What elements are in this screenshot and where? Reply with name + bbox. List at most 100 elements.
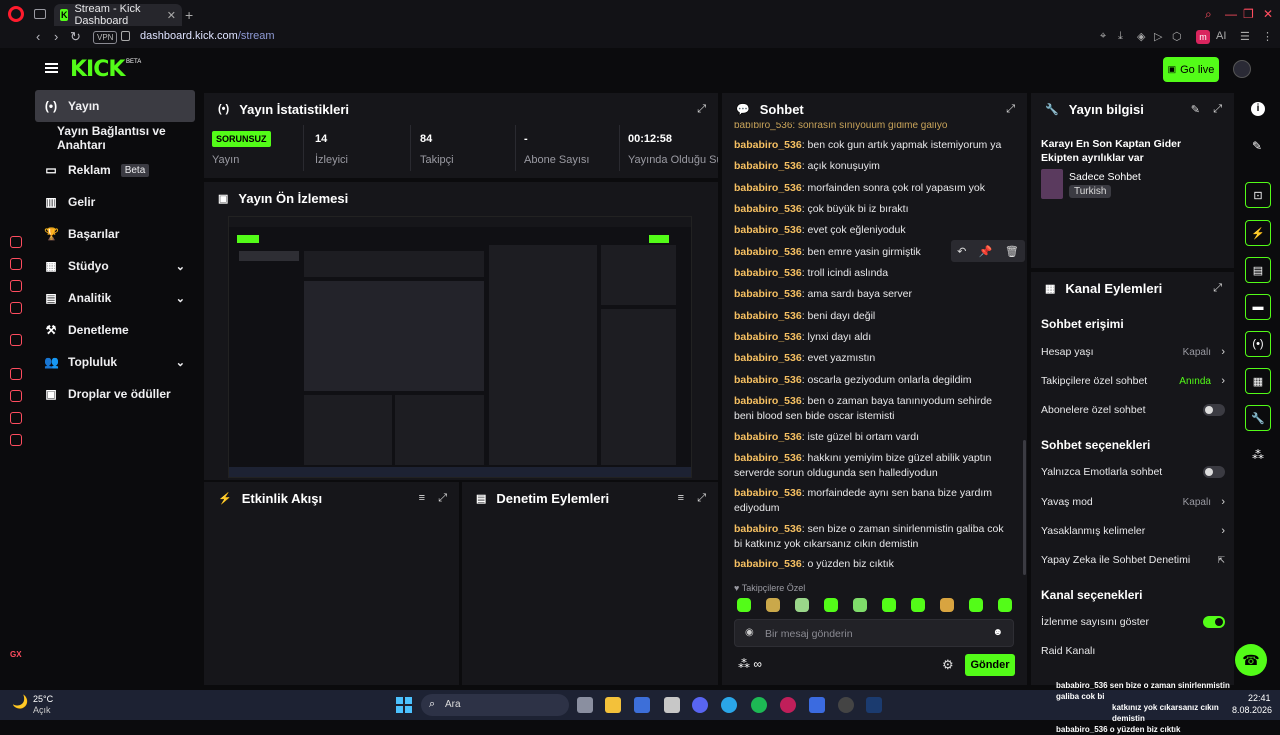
chat-username[interactable]: bababiro_536 xyxy=(734,203,802,215)
rail-channel-button[interactable]: ▦ xyxy=(1245,368,1271,394)
reload-icon[interactable]: ↻ xyxy=(70,29,81,45)
easy-setup-icon[interactable]: ☰ xyxy=(1240,30,1250,43)
emote-only-toggle[interactable] xyxy=(1203,466,1225,478)
emoji-icon[interactable]: ☻ xyxy=(992,627,1003,638)
popout-icon[interactable]: ⤢ xyxy=(697,492,706,505)
go-live-button[interactable]: ▣ Go live xyxy=(1163,57,1219,82)
reply-icon[interactable]: ↶ xyxy=(957,245,966,258)
chat-username[interactable]: bababiro_536 xyxy=(734,523,802,535)
maximize-icon[interactable]: ❐ xyxy=(1243,7,1254,21)
popout-icon[interactable]: ⤢ xyxy=(438,492,447,505)
close-window-icon[interactable]: ✕ xyxy=(1263,7,1273,21)
taskbar-search[interactable]: ⌕ Ara xyxy=(421,694,569,716)
edit-pencil-icon[interactable]: ✎ xyxy=(1191,103,1200,116)
chat-message[interactable]: bababiro_536: ama sardı baya server xyxy=(734,287,1014,302)
slow-mode-row[interactable]: Yavaş mod Kapalı › xyxy=(1041,492,1225,512)
game-icon[interactable] xyxy=(664,697,680,713)
popout-icon[interactable]: ⤢ xyxy=(1213,103,1222,116)
chat-message[interactable]: bababiro_536: ben emre yasin girmiştik xyxy=(734,245,949,260)
category-thumbnail[interactable] xyxy=(1041,169,1063,199)
chat-username[interactable]: bababiro_536 xyxy=(734,288,802,300)
rail-chat-button[interactable]: ▬ xyxy=(1245,294,1271,320)
info-icon[interactable]: i xyxy=(1251,102,1265,116)
send-button[interactable]: Gönder xyxy=(965,654,1015,676)
chat-username[interactable]: bababiro_536 xyxy=(734,139,802,151)
chat-username[interactable]: bababiro_536 xyxy=(734,331,802,343)
file-explorer-icon[interactable] xyxy=(605,697,621,713)
chat-username[interactable]: bababiro_536 xyxy=(734,374,802,386)
emote-icon[interactable] xyxy=(969,598,983,612)
nav-item-basarilar[interactable]: 🏆 Başarılar xyxy=(35,218,195,250)
pin-icon[interactable]: 📌 xyxy=(979,245,993,258)
sidebar-pin-icon[interactable] xyxy=(10,412,22,424)
chat-message[interactable]: bababiro_536: troll icindi aslında xyxy=(734,266,1014,281)
popout-icon[interactable]: ⤢ xyxy=(1213,282,1222,295)
discord-icon[interactable] xyxy=(692,697,708,713)
address-bar[interactable]: dashboard.kick.com/stream xyxy=(140,30,275,42)
lock-icon[interactable] xyxy=(121,31,130,41)
chat-message[interactable]: bababiro_536: sen bize o zaman sinirlenm… xyxy=(734,522,1014,552)
chat-settings-gear-icon[interactable]: ⚙ xyxy=(942,657,954,673)
popout-icon[interactable]: ⤢ xyxy=(1006,103,1015,116)
opera-gx-taskbar-icon[interactable] xyxy=(780,697,796,713)
vpn-badge[interactable]: VPN xyxy=(93,31,118,44)
nav-item-topluluk[interactable]: 👥 Topluluk ⌄ xyxy=(35,346,195,378)
tabs-menu-icon[interactable] xyxy=(34,9,46,19)
chat-message[interactable]: bababiro_536: morfaindede aynı sen bana … xyxy=(734,486,1014,516)
subs-chat-toggle[interactable] xyxy=(1203,404,1225,416)
chat-message[interactable]: bababiro_536: lynxi dayı aldı xyxy=(734,330,1014,345)
spotify-icon[interactable] xyxy=(751,697,767,713)
emote-icon[interactable] xyxy=(853,598,867,612)
rail-activity-button[interactable]: ⚡ xyxy=(1245,220,1271,246)
chat-message[interactable]: bababiro_536: açık konuşuyim xyxy=(734,159,1014,174)
aria-ai-button[interactable]: AI xyxy=(1216,30,1226,42)
chat-username[interactable]: bababiro_536 xyxy=(734,310,802,322)
user-avatar[interactable] xyxy=(1233,60,1251,78)
followers-chat-row[interactable]: Takipçilere özel sohbet Anında › xyxy=(1041,371,1225,391)
chat-message[interactable]: bababiro_536: evet çok eğleniyoduk xyxy=(734,223,1014,238)
chat-message[interactable]: bababiro_536: beni dayı değil xyxy=(734,309,1014,324)
chat-message[interactable]: bababiro_536: morfainden sonra çok rol y… xyxy=(734,181,1014,196)
tab-kick-dashboard[interactable]: K Stream - Kick Dashboard ✕ xyxy=(54,3,182,27)
player-icon[interactable]: ▷ xyxy=(1154,30,1162,43)
shield-icon[interactable]: ◈ xyxy=(1137,30,1145,43)
chat-username[interactable]: bababiro_536 xyxy=(734,431,802,443)
sidebar-history-icon[interactable] xyxy=(10,390,22,402)
ai-moderation-row[interactable]: Yapay Zeka ile Sohbet Denetimi ⇱ xyxy=(1041,550,1225,570)
snapshot-icon[interactable]: ⌖ xyxy=(1100,30,1106,43)
hamburger-menu-icon[interactable] xyxy=(45,63,58,73)
app-icon[interactable] xyxy=(809,697,825,713)
forward-icon[interactable]: › xyxy=(54,29,58,44)
emote-icon[interactable] xyxy=(795,598,809,612)
rail-stream-button[interactable]: ⊡ xyxy=(1245,182,1271,208)
popout-icon[interactable]: ⤢ xyxy=(697,103,706,116)
sidebar-workspace-icon[interactable] xyxy=(10,258,22,270)
delete-icon[interactable]: 🗑 xyxy=(1005,245,1019,258)
chat-username[interactable]: bababiro_536 xyxy=(734,558,802,570)
back-icon[interactable]: ‹ xyxy=(36,29,40,44)
chat-username[interactable]: bababiro_536 xyxy=(734,352,802,364)
rail-tools-button[interactable]: 🔧 xyxy=(1245,405,1271,431)
steam-icon[interactable] xyxy=(866,697,882,713)
nav-item-denetleme[interactable]: ⚒ Denetleme xyxy=(35,314,195,346)
edge-icon[interactable] xyxy=(721,697,737,713)
emote-icon[interactable] xyxy=(911,598,925,612)
browser-menu-icon[interactable]: ⋮ xyxy=(1262,30,1273,43)
chat-message[interactable]: bababiro_536: hakkını yemiyim bize güzel… xyxy=(734,451,1014,481)
chat-username[interactable]: bababiro_536 xyxy=(734,452,802,464)
support-chat-icon[interactable]: ☎ xyxy=(1235,644,1267,676)
weather-temp[interactable]: 25°C xyxy=(33,694,53,704)
download-icon[interactable]: ⤓ xyxy=(1118,30,1123,43)
profile-badge[interactable]: m xyxy=(1196,30,1210,44)
clock-date[interactable]: 8.08.2026 xyxy=(1232,705,1272,715)
emote-icon[interactable] xyxy=(824,598,838,612)
chat-username[interactable]: bababiro_536 xyxy=(734,267,802,279)
emote-icon[interactable] xyxy=(882,598,896,612)
opera-logo-icon[interactable] xyxy=(8,6,24,22)
taskview-icon[interactable] xyxy=(577,697,593,713)
account-age-row[interactable]: Hesap yaşı Kapalı › xyxy=(1041,342,1225,362)
chat-username[interactable]: bababiro_536 xyxy=(734,224,802,236)
kick-logo[interactable]: KICK xyxy=(70,57,125,82)
chat-username[interactable]: bababiro_536 xyxy=(734,246,802,258)
sidebar-aria-icon[interactable] xyxy=(10,236,22,248)
